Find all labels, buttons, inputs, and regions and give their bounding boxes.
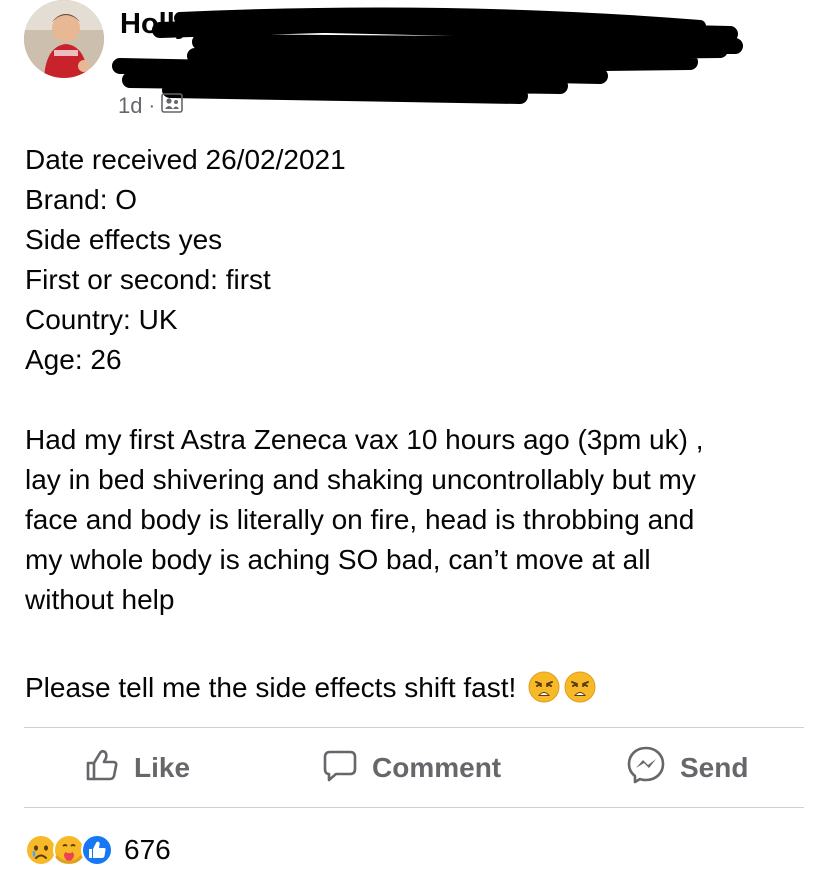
divider-bottom xyxy=(24,807,804,808)
weary-face-emoji xyxy=(528,671,560,714)
post-story: Had my first Astra Zeneca vax 10 hours a… xyxy=(25,420,805,620)
author-name[interactable]: Holly K xyxy=(120,8,220,41)
story-line: Had my first Astra Zeneca vax 10 hours a… xyxy=(25,424,704,455)
like-reaction-icon xyxy=(80,833,114,867)
reactions-summary[interactable]: 676 xyxy=(24,830,171,870)
send-button[interactable]: Send xyxy=(626,728,748,808)
post-closing: Please tell me the side effects shift fa… xyxy=(25,668,805,714)
post-time[interactable]: 1d xyxy=(118,93,142,119)
story-line: my whole body is aching SO bad, can’t mo… xyxy=(25,544,651,575)
story-line: without help xyxy=(25,584,175,615)
post-details: Date received 26/02/2021 Brand: O Side e… xyxy=(25,140,805,380)
detail-line: First or second: first xyxy=(25,264,271,295)
detail-line: Side effects yes xyxy=(25,224,223,255)
comment-bubble-icon xyxy=(322,747,358,790)
detail-line: Age: 26 xyxy=(25,344,122,375)
like-label: Like xyxy=(134,752,191,783)
closing-text: Please tell me the side effects shift fa… xyxy=(25,672,517,703)
messenger-icon xyxy=(626,745,666,792)
weary-face-emoji xyxy=(564,671,596,714)
comment-button[interactable]: Comment xyxy=(322,728,501,808)
thumbs-up-icon xyxy=(84,747,120,790)
detail-line: Brand: O xyxy=(25,184,138,215)
story-line: face and body is literally on fire, head… xyxy=(25,504,695,535)
send-label: Send xyxy=(680,752,749,783)
reaction-count: 676 xyxy=(124,834,171,865)
detail-line: Country: UK xyxy=(25,304,178,335)
author-avatar[interactable] xyxy=(24,0,104,78)
friends-list-icon[interactable] xyxy=(161,92,183,120)
post-meta: 1d · xyxy=(118,92,183,120)
meta-separator: · xyxy=(148,94,156,117)
post-actions-bar: Like Comment Send xyxy=(24,728,804,808)
post-text: Date received 26/02/2021 Brand: O Side e… xyxy=(25,140,805,714)
like-button[interactable]: Like xyxy=(84,728,190,808)
comment-label: Comment xyxy=(372,752,502,783)
detail-line: Date received 26/02/2021 xyxy=(25,144,346,175)
story-line: lay in bed shivering and shaking uncontr… xyxy=(25,464,696,495)
